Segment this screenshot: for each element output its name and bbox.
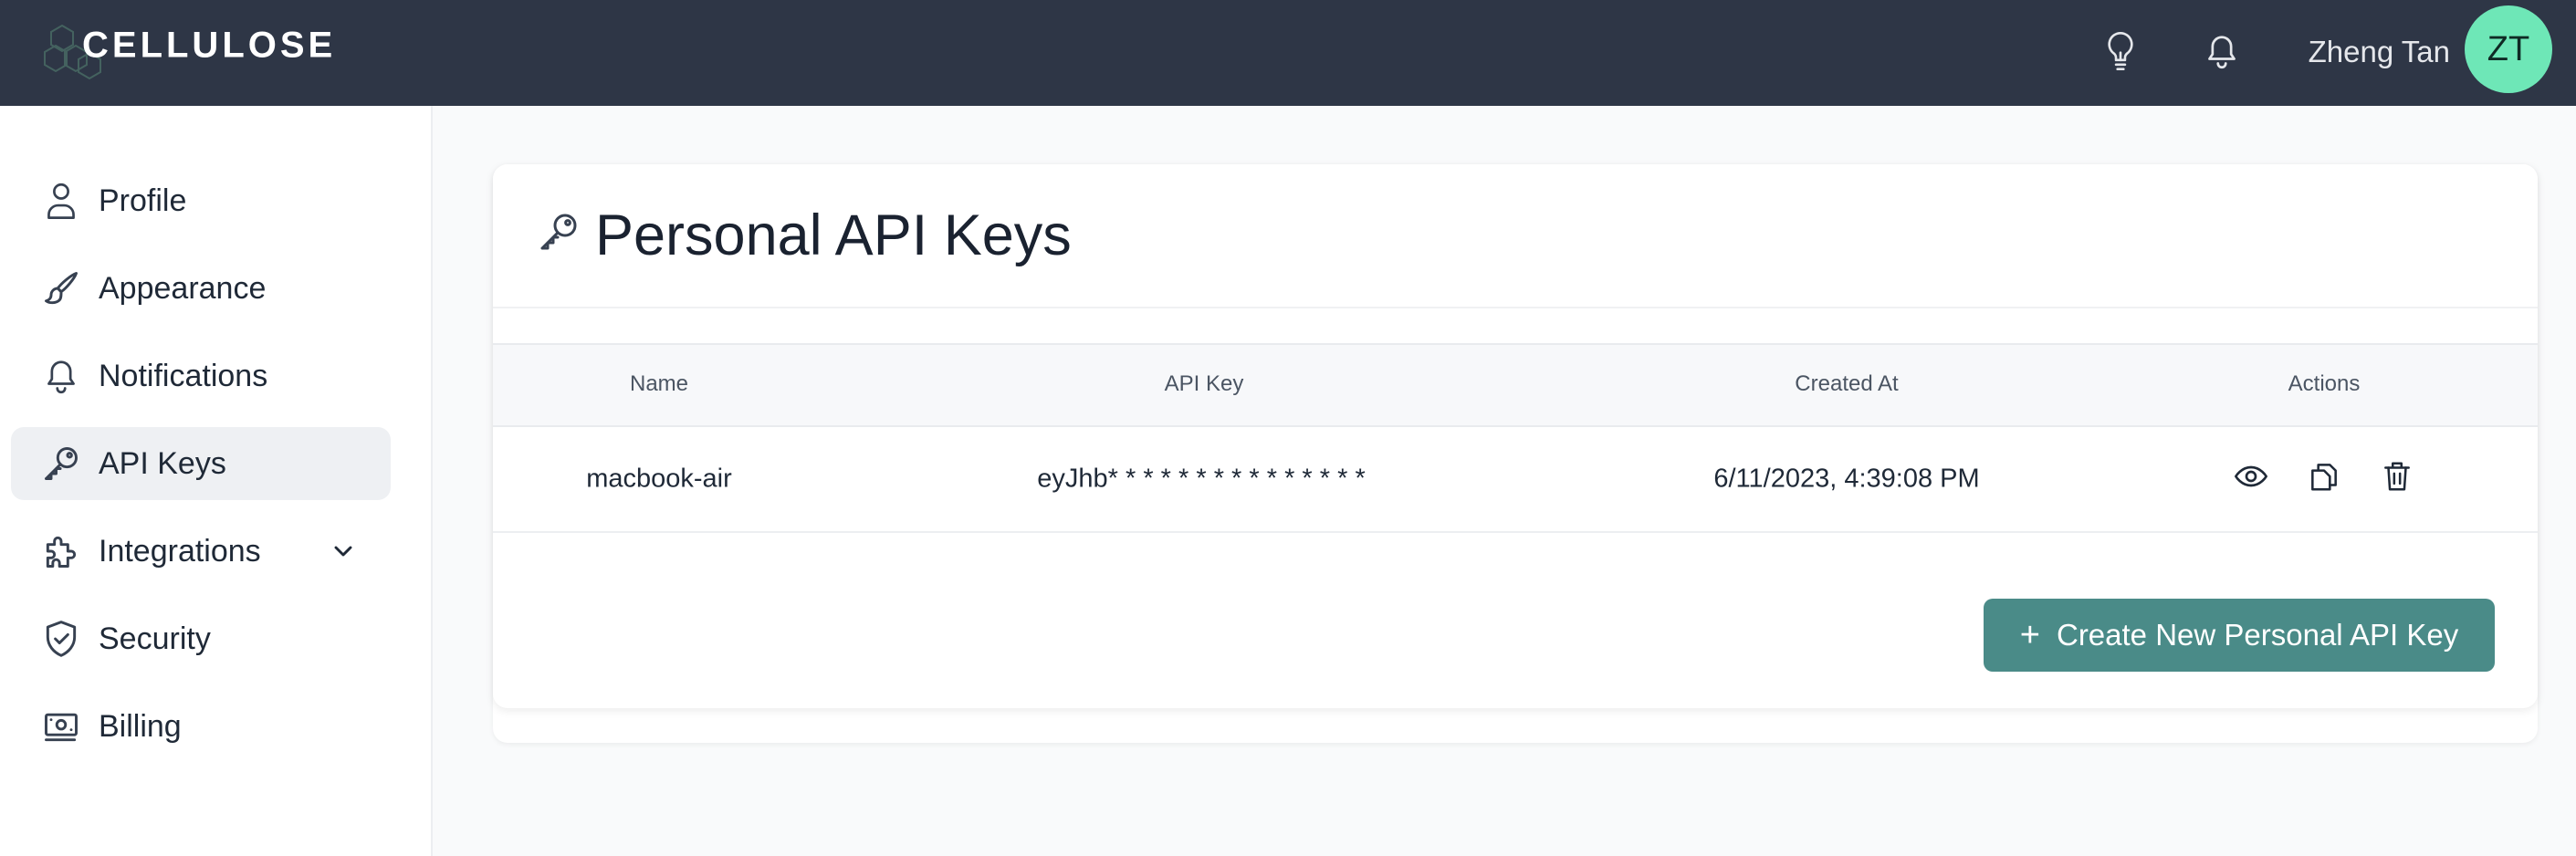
row-created-at: 6/11/2023, 4:39:08 PM [1713,464,1980,494]
row-api-key: eyJhb* * * * * * * * * * * * * * * [1037,464,1366,494]
key-icon [40,443,82,485]
key-icon [537,210,581,254]
sidebar-item-appearance[interactable]: Appearance [11,252,391,325]
sidebar-item-integrations[interactable]: Integrations [11,515,391,588]
plus-icon: + [2019,616,2040,654]
user-name[interactable]: Zheng Tan [2309,35,2450,69]
create-api-key-button[interactable]: + Create New Personal API Key [1984,599,2495,672]
sidebar-item-label: Notifications [99,358,268,393]
copy-icon[interactable] [2304,456,2344,496]
column-header-actions: Actions [2288,371,2361,396]
column-header-created-at[interactable]: Created At [1795,371,1898,397]
avatar[interactable]: ZT [2465,5,2552,93]
bell-icon [40,355,82,397]
brush-icon [40,267,82,309]
chevron-down-icon[interactable] [329,537,358,566]
page-title: Personal API Keys [595,204,1072,267]
shield-check-icon [40,618,82,660]
top-bar: CELLULOSE Zheng Tan ZT [0,0,2576,106]
sidebar-item-label: Integrations [99,533,261,569]
row-name: macbook-air [586,464,732,494]
column-header-api-key[interactable]: API Key [1165,371,1244,397]
sidebar-item-label: Appearance [99,270,267,306]
row-divider [493,531,2538,533]
column-header-name[interactable]: Name [630,371,688,397]
sidebar-item-label: Profile [99,183,187,218]
sidebar-item-notifications[interactable]: Notifications [11,339,391,412]
sidebar-item-label: Billing [99,708,182,744]
lightbulb-icon[interactable] [2097,27,2144,75]
brand-name: CELLULOSE [82,25,337,66]
sidebar-item-security[interactable]: Security [11,602,391,675]
sidebar-item-profile[interactable]: Profile [11,164,391,237]
eye-icon[interactable] [2231,456,2271,496]
user-icon [40,180,82,222]
sidebar-item-label: API Keys [99,445,226,481]
puzzle-icon [40,530,82,572]
sidebar-item-label: Security [99,621,211,656]
bell-icon[interactable] [2198,27,2246,75]
trash-icon[interactable] [2377,456,2417,496]
create-api-key-label: Create New Personal API Key [2056,618,2459,652]
sidebar-item-api-keys[interactable]: API Keys [11,427,391,500]
divider [493,307,2538,308]
sidebar-item-billing[interactable]: Billing [11,690,391,763]
money-icon [40,705,82,747]
table-header [493,343,2538,427]
